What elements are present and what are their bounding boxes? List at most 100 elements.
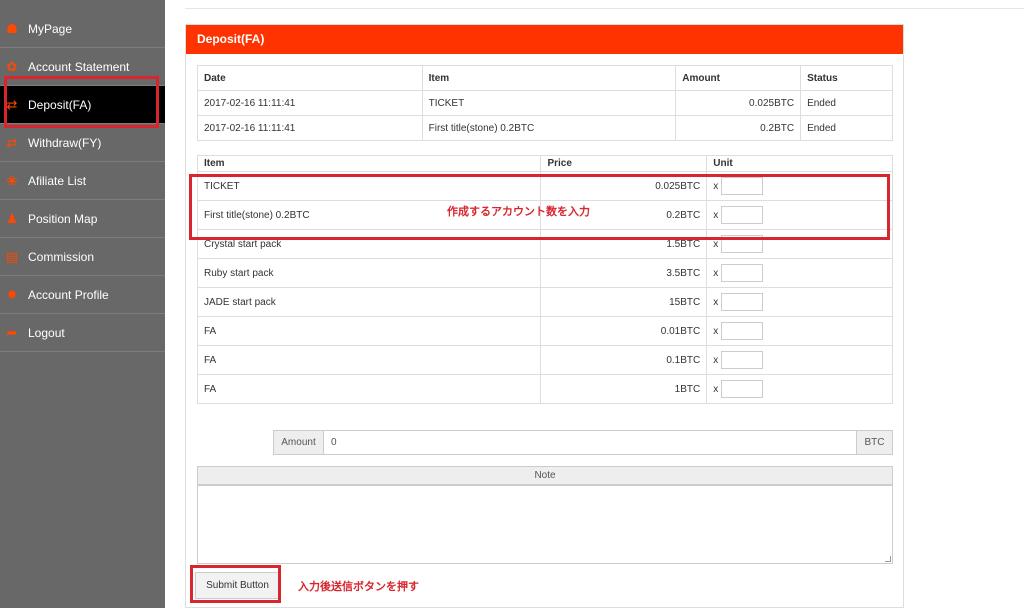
column-header-item: Item <box>196 155 542 172</box>
sidebar-item-label: Account Statement <box>28 60 130 74</box>
column-header-status: Status <box>800 65 893 91</box>
table-row: 2017-02-16 11:11:41 TICKET 0.025BTC Ende… <box>197 90 893 116</box>
gear-icon: ✿ <box>6 59 18 74</box>
history-status: Ended <box>800 115 893 141</box>
sidebar: ☗ MyPage ✿ Account Statement ⇄ Deposit(F… <box>0 0 165 608</box>
sidebar-item-mypage[interactable]: ☗ MyPage <box>0 10 165 48</box>
unit-cell: x <box>706 287 893 317</box>
divider <box>185 8 1024 9</box>
note-label: Note <box>197 466 893 485</box>
sidebar-item-label: Commission <box>28 250 95 264</box>
home-icon: ☗ <box>6 21 18 36</box>
sidebar-item-label: Withdraw(FY) <box>28 136 102 150</box>
item-name: JADE start pack <box>196 287 542 317</box>
column-header-unit: Unit <box>706 155 893 172</box>
multiply-label: x <box>713 238 719 250</box>
quantity-input[interactable] <box>721 322 764 340</box>
history-date: 2017-02-16 11:11:41 <box>197 90 423 116</box>
table-row: Crystal start pack 1.5BTC x <box>196 229 893 259</box>
item-name: Crystal start pack <box>196 229 542 259</box>
item-price: 1BTC <box>540 374 708 404</box>
quantity-input[interactable] <box>721 293 764 311</box>
history-item: TICKET <box>421 90 677 116</box>
users-icon: ❀ <box>6 173 18 188</box>
main-content: Deposit(FA) Date Item Amount Status 2017… <box>165 0 1024 608</box>
unit-cell: x <box>706 258 893 288</box>
item-price: 0.01BTC <box>540 316 708 346</box>
item-name: TICKET <box>196 171 542 201</box>
multiply-label: x <box>713 383 719 395</box>
item-name: Ruby start pack <box>196 258 542 288</box>
column-header-amount: Amount <box>675 65 802 91</box>
table-row: FA 1BTC x <box>196 374 893 404</box>
sidebar-item-withdraw[interactable]: ⇄ Withdraw(FY) <box>0 124 165 162</box>
quantity-input[interactable] <box>721 235 764 253</box>
sidebar-item-label: Deposit(FA) <box>28 98 92 112</box>
submit-button[interactable]: Submit Button <box>195 572 280 599</box>
sidebar-item-label: Afiliate List <box>28 174 87 188</box>
quantity-input[interactable] <box>721 351 764 369</box>
table-header-row: Item Price Unit <box>196 155 893 172</box>
table-row: Ruby start pack 3.5BTC x <box>196 258 893 288</box>
item-price: 3.5BTC <box>540 258 708 288</box>
annotation-quantity-note: 作成するアカウント数を入力 <box>447 206 590 218</box>
multiply-label: x <box>713 325 719 337</box>
multiply-label: x <box>713 296 719 308</box>
quantity-input[interactable] <box>721 380 764 398</box>
unit-cell: x <box>706 345 893 375</box>
unit-cell: x <box>706 200 893 230</box>
history-amount: 0.025BTC <box>675 90 802 116</box>
sidebar-item-commission[interactable]: ▤ Commission <box>0 238 165 276</box>
unit-cell: x <box>706 229 893 259</box>
unit-cell: x <box>706 171 893 201</box>
item-price: 1.5BTC <box>540 229 708 259</box>
multiply-label: x <box>713 209 719 221</box>
transfer-icon: ⇄ <box>6 135 18 150</box>
multiply-label: x <box>713 267 719 279</box>
history-amount: 0.2BTC <box>675 115 802 141</box>
amount-group: Amount 0 BTC <box>273 430 894 455</box>
deposit-panel: Deposit(FA) Date Item Amount Status 2017… <box>185 24 904 608</box>
table-header-row: Date Item Amount Status <box>197 65 893 91</box>
item-purchase-table: Item Price Unit TICKET 0.025BTC x First … <box>196 155 893 404</box>
table-row: TICKET 0.025BTC x <box>196 171 893 201</box>
sidebar-item-label: MyPage <box>28 22 73 36</box>
item-name: FA <box>196 374 542 404</box>
amount-field[interactable]: 0 <box>323 430 857 455</box>
settings-icon: ✹ <box>6 287 18 302</box>
amount-unit: BTC <box>856 430 893 455</box>
sidebar-item-logout[interactable]: ➦ Logout <box>0 314 165 352</box>
person-icon: ♟ <box>6 211 18 226</box>
sidebar-item-deposit[interactable]: ⇄ Deposit(FA) <box>0 86 165 124</box>
transfer-icon: ⇄ <box>6 97 18 112</box>
quantity-input[interactable] <box>721 206 764 224</box>
column-header-item: Item <box>421 65 677 91</box>
quantity-input[interactable] <box>721 264 764 282</box>
table-row: FA 0.01BTC x <box>196 316 893 346</box>
panel-title: Deposit(FA) <box>186 25 903 54</box>
deposit-history-table: Date Item Amount Status 2017-02-16 11:11… <box>197 65 893 141</box>
sidebar-item-account-profile[interactable]: ✹ Account Profile <box>0 276 165 314</box>
item-name: FA <box>196 316 542 346</box>
multiply-label: x <box>713 180 719 192</box>
unit-cell: x <box>706 316 893 346</box>
sidebar-item-afiliate-list[interactable]: ❀ Afiliate List <box>0 162 165 200</box>
annotation-submit-note: 入力後送信ボタンを押す <box>298 581 419 593</box>
history-date: 2017-02-16 11:11:41 <box>197 115 423 141</box>
sidebar-item-label: Position Map <box>28 212 98 226</box>
unit-cell: x <box>706 374 893 404</box>
note-textarea[interactable] <box>197 485 893 564</box>
table-row: 2017-02-16 11:11:41 First title(stone) 0… <box>197 115 893 141</box>
column-header-date: Date <box>197 65 423 91</box>
card-icon: ▤ <box>5 249 19 264</box>
multiply-label: x <box>713 354 719 366</box>
amount-label: Amount <box>273 430 324 455</box>
table-row: JADE start pack 15BTC x <box>196 287 893 317</box>
sidebar-item-position-map[interactable]: ♟ Position Map <box>0 200 165 238</box>
resize-handle-icon[interactable] <box>885 556 891 562</box>
column-header-price: Price <box>540 155 708 172</box>
item-price: 0.1BTC <box>540 345 708 375</box>
item-price: 0.025BTC <box>540 171 708 201</box>
sidebar-item-account-statement[interactable]: ✿ Account Statement <box>0 48 165 86</box>
quantity-input[interactable] <box>721 177 764 195</box>
